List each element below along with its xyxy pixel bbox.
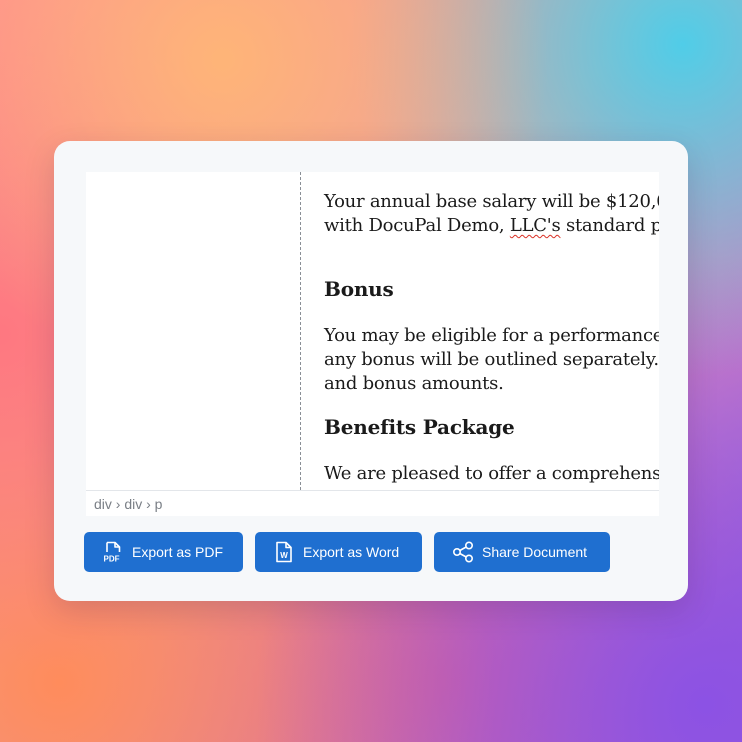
benefits-line-1: We are pleased to offer a comprehensiv [324, 463, 659, 484]
export-word-button[interactable]: W Export as Word [255, 532, 422, 572]
document-card: Your annual base salary will be $120,0 w… [54, 141, 688, 601]
editor-statusbar: div › div › p [86, 490, 659, 516]
document-content[interactable]: Your annual base salary will be $120,0 w… [324, 190, 659, 484]
salary-line-2-prefix: with DocuPal Demo, [324, 215, 510, 236]
pdf-file-icon: PDF [102, 540, 124, 564]
share-document-button[interactable]: Share Document [434, 532, 610, 572]
salary-paragraph[interactable]: Your annual base salary will be $120,0 w… [324, 190, 659, 238]
salary-line-1: Your annual base salary will be $120,0 [324, 191, 659, 212]
export-pdf-button[interactable]: PDF Export as PDF [84, 532, 243, 572]
svg-text:W: W [280, 551, 288, 560]
bonus-paragraph[interactable]: You may be eligible for a performance an… [324, 324, 659, 396]
benefits-paragraph[interactable]: We are pleased to offer a comprehensiv [324, 462, 659, 486]
bonus-heading[interactable]: Bonus [324, 276, 394, 302]
page-margin-guide [300, 172, 301, 490]
export-word-label: Export as Word [303, 544, 400, 560]
share-nodes-icon [452, 540, 474, 564]
benefits-heading[interactable]: Benefits Package [324, 414, 515, 440]
word-file-icon: W [273, 540, 295, 564]
salary-line-2-suffix: standard pa [565, 215, 659, 236]
export-pdf-label: Export as PDF [132, 544, 224, 560]
bonus-line-1: You may be eligible for a performance [324, 325, 659, 346]
document-editor[interactable]: Your annual base salary will be $120,0 w… [86, 172, 659, 516]
share-document-label: Share Document [482, 544, 588, 560]
misspelled-word[interactable]: LLC's [510, 215, 561, 236]
bonus-line-2: any bonus will be outlined separately. [324, 349, 659, 370]
svg-text:PDF: PDF [104, 555, 120, 564]
element-path: div › div › p [94, 496, 163, 512]
bonus-line-3: and bonus amounts. [324, 373, 504, 394]
